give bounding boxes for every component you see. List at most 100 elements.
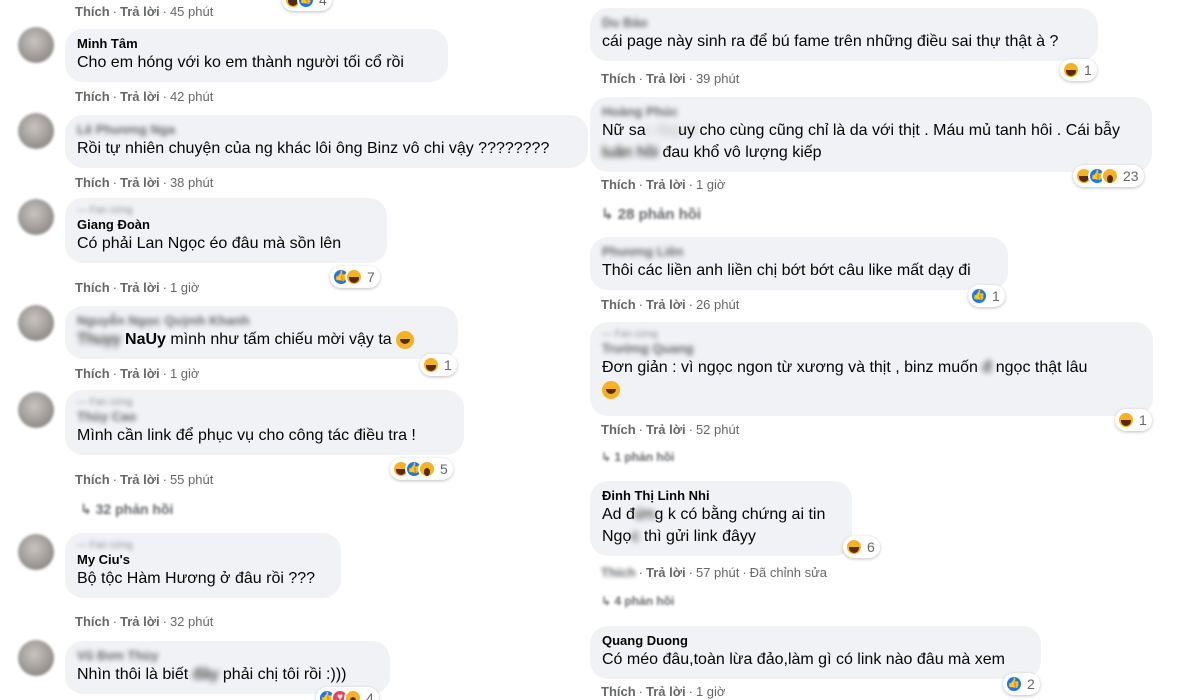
like-link[interactable]: Thích	[601, 684, 636, 699]
avatar[interactable]	[18, 113, 54, 149]
comment-author[interactable]: Minh Tâm	[77, 36, 436, 52]
comment-author[interactable]: My Ciu's	[77, 552, 329, 568]
like-link[interactable]: Thích	[601, 71, 636, 86]
comment-actions: Thích · Trả lời · 39 phút	[601, 71, 740, 86]
comment-text-start: Ad đ	[602, 506, 635, 523]
reply-link[interactable]: Trả lời	[120, 472, 160, 487]
like-link[interactable]: Thích	[75, 280, 110, 295]
comment-author[interactable]: Đinh Thị Linh Nhi	[602, 488, 840, 504]
reply-link[interactable]: Trả lời	[120, 4, 160, 19]
reaction-summary[interactable]: 👍 ♥ 4	[316, 687, 379, 700]
comment-actions: Thích · Trả lời · 32 phút	[75, 614, 214, 629]
comment-text: Có phải Lan Ngọc éo đâu mà sồn lên	[77, 235, 342, 252]
comment-time: 55 phút	[169, 472, 214, 487]
reaction-summary[interactable]: 👍 5	[390, 458, 453, 480]
like-link[interactable]: Thích	[75, 4, 110, 19]
comment-text-end: phải chị tôi rồi :)))	[222, 666, 347, 683]
blurred-word: luân hồi	[602, 144, 659, 161]
comment-bubble: Minh Tâm Cho em hóng với ko em thành ngư…	[65, 29, 448, 82]
reaction-count: 4	[366, 690, 374, 700]
like-link[interactable]: Thích	[601, 565, 636, 580]
view-replies-link[interactable]: ↳ 1 phản hồi	[601, 450, 674, 464]
comment-bubble: Đinh Thị Linh Nhi Ad đứng k có bằng chứn…	[590, 481, 852, 556]
replies-count: 28 phản hồi	[617, 206, 702, 223]
reaction-summary[interactable]: 👍 4	[282, 0, 332, 11]
mention-link[interactable]: NaUy	[125, 331, 166, 348]
comment-time: 1 giờ	[169, 280, 200, 295]
tag-note: — Fan cứng	[77, 540, 133, 551]
comment-bubble: Du Bảo cái page này sinh ra để bú fame t…	[590, 8, 1098, 61]
comment-author[interactable]: Phương Liên	[602, 244, 996, 260]
reply-link[interactable]: Trả lời	[120, 175, 160, 190]
comment-text: Mình cần link để phục vụ cho công tác đi…	[77, 427, 416, 444]
reaction-count: 1	[444, 357, 452, 373]
comment-author[interactable]: Nguyễn Ngọc Quỳnh Khanh	[77, 313, 446, 329]
avatar[interactable]	[18, 27, 54, 63]
comment-author[interactable]: Giang Đoàn	[77, 217, 375, 233]
comment-author[interactable]: Trường Quang	[602, 341, 1141, 357]
haha-reaction-icon	[845, 538, 863, 556]
haha-reaction-icon	[422, 356, 440, 374]
reply-link[interactable]: Trả lời	[646, 684, 686, 699]
reaction-summary[interactable]: 1	[1060, 59, 1097, 81]
avatar[interactable]	[18, 534, 54, 570]
comment-text-end: g k có bằng chứng ai tin	[654, 506, 826, 523]
like-link[interactable]: Thích	[75, 89, 110, 104]
like-link[interactable]: Thích	[75, 175, 110, 190]
like-link[interactable]: Thích	[601, 297, 636, 312]
comment-author[interactable]: Lê Phương Nga	[77, 122, 576, 138]
comment-bubble: Hoàng Phúc Nữ sac đẹp duy cho cùng cũng …	[590, 97, 1152, 172]
haha-reaction-icon	[345, 268, 363, 286]
comment-actions: Thích · Trả lời · 1 giờ	[75, 280, 200, 295]
reaction-count: 1	[1139, 412, 1147, 428]
mention-prefix: Thuyy	[77, 331, 121, 348]
reaction-summary[interactable]: 👍 1	[968, 285, 1005, 307]
view-replies-link[interactable]: ↳ 32 phản hồi	[80, 501, 173, 518]
reaction-summary[interactable]: 1	[420, 354, 457, 376]
reaction-summary[interactable]: 👍 23	[1073, 165, 1144, 187]
like-link[interactable]: Thích	[75, 366, 110, 381]
reply-link[interactable]: Trả lời	[120, 614, 160, 629]
reaction-count: 6	[867, 539, 875, 555]
reply-link[interactable]: Trả lời	[646, 422, 686, 437]
reply-link[interactable]: Trả lời	[646, 565, 686, 580]
reply-link[interactable]: Trả lời	[646, 177, 686, 192]
reply-link[interactable]: Trả lời	[120, 89, 160, 104]
avatar[interactable]	[18, 392, 54, 428]
view-replies-link[interactable]: ↳ 4 phản hồi	[601, 594, 674, 608]
comment-text: Bộ tộc Hàm Hương ở đâu rồi ???	[77, 570, 316, 587]
reaction-summary[interactable]: 👍 7	[330, 266, 380, 288]
like-reaction-icon: 👍	[1005, 675, 1023, 693]
reply-link[interactable]: Trả lời	[646, 71, 686, 86]
view-replies-link[interactable]: ↳ 28 phản hồi	[601, 205, 701, 223]
comment-text-end: uy cho cùng cũng chỉ là da với thịt . Má…	[678, 122, 1120, 139]
avatar[interactable]	[18, 640, 54, 676]
reply-link[interactable]: Trả lời	[120, 366, 160, 381]
comment-author[interactable]: Du Bảo	[602, 15, 1086, 31]
reaction-summary[interactable]: 6	[843, 536, 880, 558]
comment-author[interactable]: Hoàng Phúc	[602, 104, 1140, 120]
comment-text: Rồi tự nhiên chuyện của ng khác lôi ông …	[77, 140, 550, 157]
comment-actions: Thích · Trả lời · 1 giờ	[601, 684, 726, 699]
comment-actions: Thích · Trả lời · 45 phút	[75, 4, 214, 19]
comment-author[interactable]: Vũ Đơn Thùy	[77, 648, 378, 664]
comment-time: 1 giờ	[695, 177, 726, 192]
comment-text: Đơn giản : vì ngọc ngon từ xương và thịt…	[602, 357, 1141, 379]
like-link[interactable]: Thích	[601, 422, 636, 437]
reply-link[interactable]: Trả lời	[646, 297, 686, 312]
like-link[interactable]: Thích	[75, 472, 110, 487]
reply-link[interactable]: Trả lời	[120, 280, 160, 295]
comment-time: 45 phút	[169, 4, 214, 19]
comment-author[interactable]: Thùy Cao	[77, 409, 452, 425]
comment-actions: Thích · Trả lời · 57 phút · Đã chỉnh sửa	[601, 565, 828, 580]
avatar[interactable]	[18, 305, 54, 341]
avatar[interactable]	[18, 199, 54, 235]
reaction-summary[interactable]: 1	[1115, 409, 1152, 431]
like-link[interactable]: Thích	[601, 177, 636, 192]
comment-bubble: — Fan cứng My Ciu's Bộ tộc Hàm Hương ở đ…	[65, 533, 341, 598]
like-link[interactable]: Thích	[75, 614, 110, 629]
comment-text-end: đau khổ vô lượng kiếp	[662, 144, 822, 161]
reaction-summary[interactable]: 👍 2	[1003, 673, 1040, 695]
comment-author[interactable]: Quang Duong	[602, 633, 1029, 649]
comment-actions: Thích · Trả lời · 26 phút	[601, 297, 740, 312]
